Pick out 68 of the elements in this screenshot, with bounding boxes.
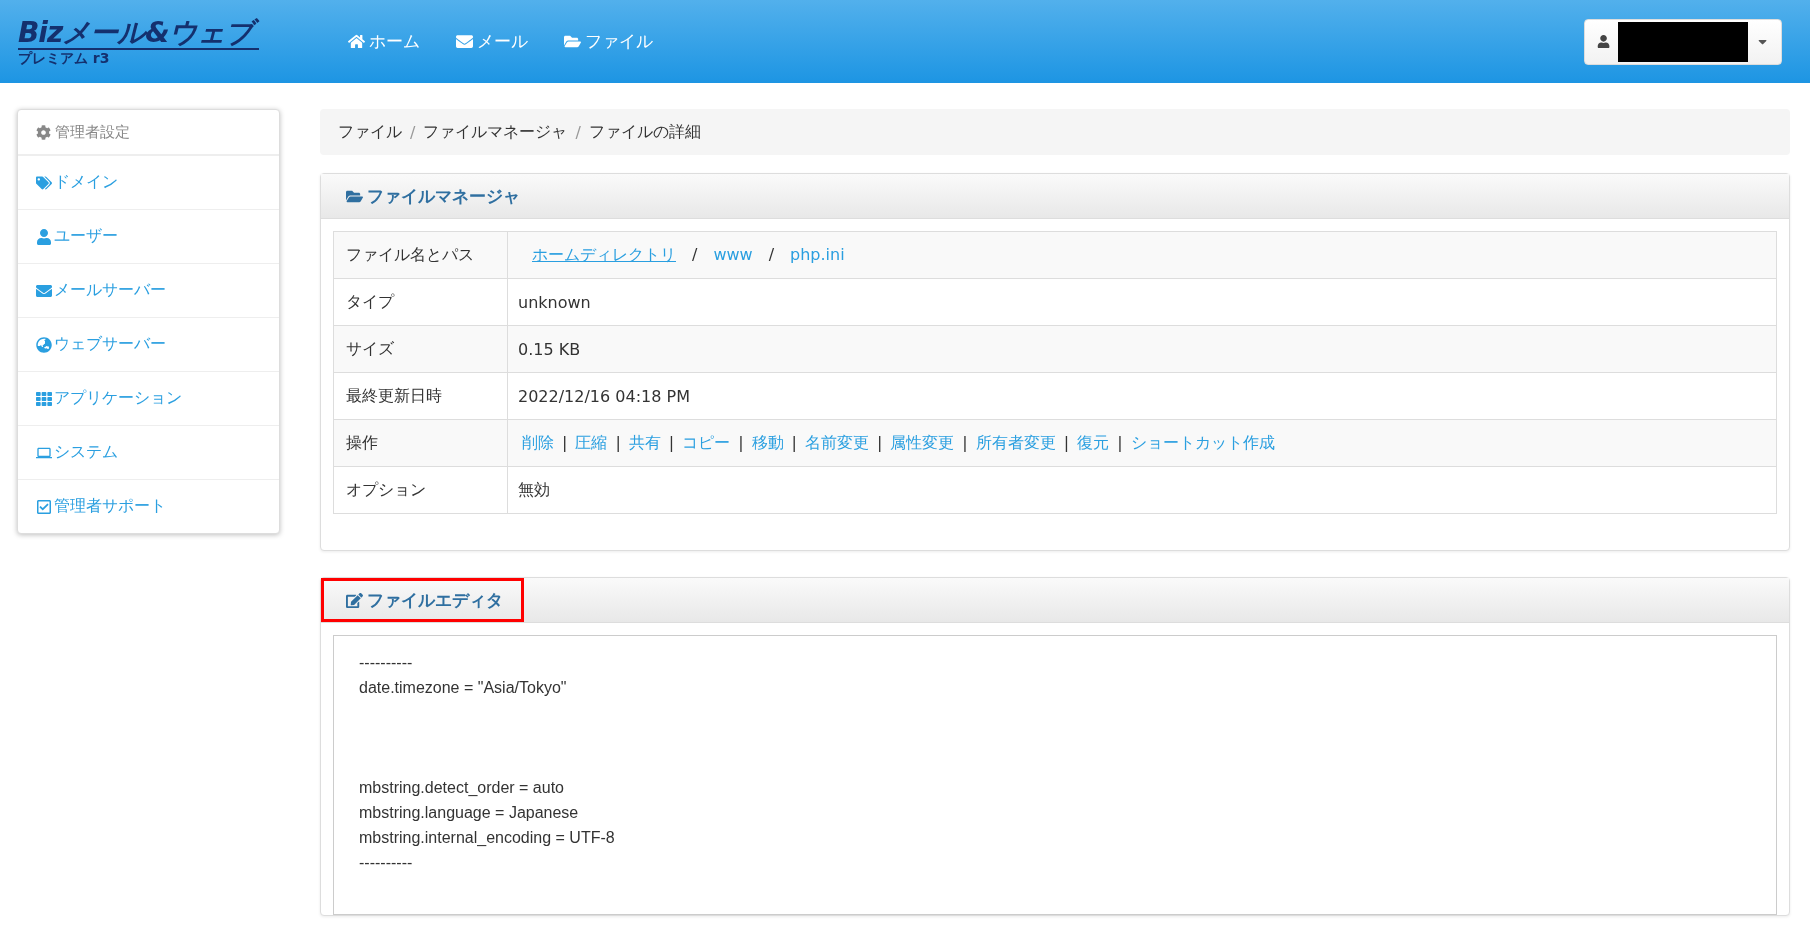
table-cell: 無効 [507, 466, 1777, 514]
table-cell: 操作 [333, 419, 508, 467]
action-link[interactable]: 共有 [628, 432, 661, 452]
table-cell: サイズ [333, 325, 508, 373]
action-link[interactable]: 圧縮 [575, 432, 608, 452]
globe-icon [36, 336, 52, 353]
sidebar-item[interactable]: システム [18, 425, 279, 479]
table-cell: 2022/12/16 04:18 PM [507, 372, 1777, 420]
envelope-icon [36, 282, 52, 299]
edit-icon [346, 591, 363, 609]
breadcrumb-link[interactable]: ファイルの詳細 [588, 121, 701, 143]
action-link[interactable]: 属性変更 [890, 432, 955, 452]
link-separator: | [562, 432, 568, 452]
table-cell: 最終更新日時 [333, 372, 508, 420]
action-link[interactable]: ショートカット作成 [1130, 432, 1275, 452]
link-separator: / [768, 244, 775, 264]
breadcrumb-separator: / [410, 122, 416, 142]
table-cell: タイプ [333, 278, 508, 326]
link-separator: | [791, 432, 797, 452]
sidebar-item[interactable]: アプリケーション [18, 371, 279, 425]
sidebar-item[interactable]: メールサーバー [18, 263, 279, 317]
table-cell: 0.15 KB [507, 325, 1777, 373]
sidebar-item[interactable]: ウェブサーバー [18, 317, 279, 371]
table-cell: ファイル名とパス [333, 231, 508, 279]
envelope-icon [456, 33, 473, 50]
link-separator: | [1117, 432, 1123, 452]
panel-title: ファイルエディタ [321, 578, 524, 622]
sidebar-heading: 管理者設定 [18, 110, 279, 155]
panel-title: ファイルマネージャ [321, 174, 541, 218]
grid-icon [36, 390, 52, 407]
link-separator: | [738, 432, 744, 452]
nav-link[interactable]: ファイル [564, 30, 653, 53]
sidebar-item[interactable]: 管理者サポート [18, 479, 279, 533]
user-menu-button[interactable] [1584, 18, 1782, 65]
breadcrumb-separator: / [575, 122, 581, 142]
path-link[interactable]: www [713, 244, 753, 264]
logo-subtitle: プレミアム r3 [18, 49, 110, 66]
user-icon [36, 228, 52, 245]
checkbox-icon [36, 498, 52, 515]
logo-title: Bizメール&ウェブ [18, 17, 259, 50]
link-separator: / [692, 244, 698, 264]
table-cell: unknown [507, 278, 1777, 326]
nav-link[interactable]: メール [456, 30, 528, 53]
link-separator: | [962, 432, 968, 452]
action-link[interactable]: 復元 [1077, 432, 1110, 452]
editor-textarea[interactable]: ---------- date.timezone = "Asia/Tokyo" mbstring.detect_order = auto mbstring.language = Japanese mbstring.internal_encoding = UTF-8 ---------- [333, 635, 1777, 915]
folder-icon [564, 33, 581, 50]
link-separator: | [1063, 432, 1070, 452]
path-link[interactable]: ホームディレクトリ [532, 244, 676, 264]
home-icon [348, 33, 365, 50]
table-cell: オプション [333, 466, 508, 514]
nav-link[interactable]: ホーム [348, 30, 420, 53]
action-link[interactable]: コピー [682, 432, 731, 452]
sidebar-item[interactable]: ユーザー [18, 209, 279, 263]
link-separator: | [668, 432, 675, 452]
link-separator: | [876, 432, 883, 452]
path-link[interactable]: php.ini [790, 244, 845, 264]
breadcrumb-link[interactable]: ファイルマネージャ [423, 121, 568, 143]
breadcrumb-link[interactable]: ファイル [338, 121, 402, 143]
action-link[interactable]: 所有者変更 [975, 432, 1056, 452]
action-link[interactable]: 移動 [751, 432, 784, 452]
user-icon [1597, 34, 1611, 49]
action-link[interactable]: 削除 [522, 432, 554, 452]
sidebar-item[interactable]: ドメイン [18, 155, 279, 209]
action-link[interactable]: 名前変更 [804, 432, 869, 452]
link-separator: | [615, 432, 621, 452]
tag-icon [36, 174, 52, 191]
settings-icon [36, 124, 51, 140]
